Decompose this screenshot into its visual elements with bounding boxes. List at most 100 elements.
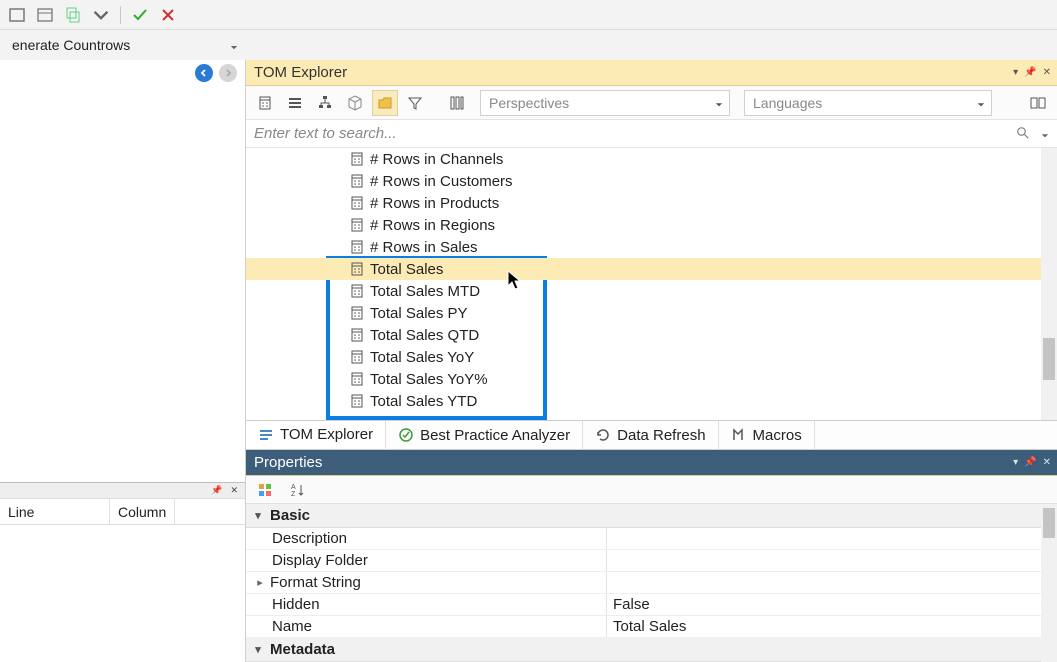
- property-row[interactable]: HiddenFalse: [246, 594, 1057, 616]
- category-label: Metadata: [270, 641, 335, 658]
- chevron-down-icon: [977, 95, 985, 111]
- tree-node[interactable]: # Rows in Customers: [246, 170, 1041, 192]
- property-name: Format String: [270, 574, 361, 591]
- tree-node-label: # Rows in Sales: [370, 239, 478, 256]
- property-row[interactable]: Display Folder: [246, 550, 1057, 572]
- panel-title: TOM Explorer: [254, 64, 347, 81]
- panels-icon[interactable]: [1025, 90, 1051, 116]
- check-icon[interactable]: [129, 4, 151, 26]
- scrollbar[interactable]: [1041, 504, 1057, 662]
- tree-node-label: Total Sales: [370, 261, 443, 278]
- chevron-down-icon[interactable]: [1041, 126, 1049, 142]
- hierarchy-icon[interactable]: [312, 90, 338, 116]
- back-icon[interactable]: [195, 64, 213, 82]
- tree-node-label: Total Sales MTD: [370, 283, 480, 300]
- close-icon[interactable]: ✕: [227, 485, 241, 496]
- measure-icon: [350, 196, 364, 210]
- property-row[interactable]: NameTotal Sales: [246, 616, 1057, 638]
- column-header-line[interactable]: Line: [0, 499, 110, 524]
- property-value[interactable]: False: [606, 594, 1057, 615]
- tab-macros[interactable]: Macros: [719, 421, 815, 449]
- columns-icon[interactable]: [444, 90, 470, 116]
- pin-icon[interactable]: 📌: [1024, 68, 1036, 78]
- alphabetical-icon[interactable]: AZ: [284, 477, 310, 503]
- list-icon[interactable]: [282, 90, 308, 116]
- pin-icon[interactable]: 📌: [208, 485, 225, 496]
- panel-title: Properties: [254, 454, 322, 471]
- search-input[interactable]: [254, 125, 1049, 142]
- tree-node[interactable]: Total Sales YoY: [246, 346, 1041, 368]
- tree-node[interactable]: Total Sales: [246, 258, 1041, 280]
- forward-icon[interactable]: [219, 64, 237, 82]
- tab-best-practice-analyzer[interactable]: Best Practice Analyzer: [386, 421, 583, 449]
- search-icon[interactable]: [1017, 126, 1029, 142]
- collapse-icon[interactable]: ▾: [252, 643, 264, 656]
- expand-icon[interactable]: ▸: [254, 576, 266, 589]
- tree-node[interactable]: Total Sales MTD: [246, 280, 1041, 302]
- script-icon[interactable]: [62, 4, 84, 26]
- tree-node[interactable]: # Rows in Products: [246, 192, 1041, 214]
- chevron-down-icon[interactable]: [90, 4, 112, 26]
- measure-icon: [350, 306, 364, 320]
- measure-icon: [350, 152, 364, 166]
- measure-icon: [350, 350, 364, 364]
- measure-icon: [350, 372, 364, 386]
- tree-node-label: Total Sales YoY: [370, 349, 474, 366]
- property-value[interactable]: [606, 528, 1057, 549]
- tree-node[interactable]: # Rows in Regions: [246, 214, 1041, 236]
- tree-node[interactable]: Total Sales YTD: [246, 390, 1041, 412]
- collapse-icon[interactable]: ▾: [252, 509, 264, 522]
- tree-node[interactable]: # Rows in Channels: [246, 148, 1041, 170]
- pin-icon[interactable]: 📌: [1024, 458, 1036, 468]
- tree-node-label: Total Sales PY: [370, 305, 468, 322]
- layout-icon[interactable]: [34, 4, 56, 26]
- tab-label: Best Practice Analyzer: [420, 427, 570, 444]
- tree-node[interactable]: Total Sales PY: [246, 302, 1041, 324]
- chevron-down-icon: [230, 39, 238, 55]
- tree-node[interactable]: Total Sales YoY%: [246, 368, 1041, 390]
- folder-icon[interactable]: [372, 90, 398, 116]
- properties-header: Properties ▾ 📌 ✕: [246, 450, 1057, 476]
- property-name: Name: [246, 616, 606, 637]
- tab-label: Macros: [753, 427, 802, 444]
- languages-dropdown[interactable]: Languages: [744, 90, 992, 116]
- measure-icon: [350, 218, 364, 232]
- scrollbar[interactable]: [1041, 148, 1057, 420]
- categorized-icon[interactable]: [252, 477, 278, 503]
- property-row[interactable]: ▸ Format String: [246, 572, 1057, 594]
- filter-icon[interactable]: [402, 90, 428, 116]
- window-icon[interactable]: [6, 4, 28, 26]
- close-icon[interactable]: ✕: [1043, 458, 1051, 468]
- category-metadata[interactable]: ▾ Metadata: [246, 638, 1057, 662]
- tree-node[interactable]: # Rows in Sales: [246, 236, 1041, 258]
- tom-explorer-header: TOM Explorer ▾ 📌 ✕: [246, 60, 1057, 86]
- column-header-column[interactable]: Column: [110, 499, 175, 524]
- cube-icon[interactable]: [342, 90, 368, 116]
- close-icon[interactable]: [157, 4, 179, 26]
- property-name: Display Folder: [246, 550, 606, 571]
- measure-icon: [350, 394, 364, 408]
- tree-node-label: Total Sales QTD: [370, 327, 479, 344]
- tree-node-label: # Rows in Channels: [370, 151, 503, 168]
- tab-tom-explorer[interactable]: TOM Explorer: [246, 421, 386, 449]
- measure-icon: [350, 240, 364, 254]
- scroll-thumb[interactable]: [1043, 508, 1055, 538]
- tree-node[interactable]: Total Sales QTD: [246, 324, 1041, 346]
- category-basic[interactable]: ▾ Basic: [246, 504, 1057, 528]
- property-value[interactable]: Total Sales: [606, 616, 1057, 637]
- window-menu-icon[interactable]: ▾: [1013, 458, 1018, 468]
- close-icon[interactable]: ✕: [1043, 68, 1051, 78]
- property-row[interactable]: Description: [246, 528, 1057, 550]
- ribbon-tab-countrows[interactable]: enerate Countrows: [0, 30, 246, 60]
- window-menu-icon[interactable]: ▾: [1013, 68, 1018, 78]
- svg-text:Z: Z: [291, 491, 296, 498]
- property-value[interactable]: [606, 572, 1057, 593]
- tree-node-label: # Rows in Regions: [370, 217, 495, 234]
- scroll-thumb[interactable]: [1043, 338, 1055, 380]
- measure-icon: [350, 284, 364, 298]
- tree-node-label: Total Sales YoY%: [370, 371, 488, 388]
- calculator-icon[interactable]: [252, 90, 278, 116]
- property-value[interactable]: [606, 550, 1057, 571]
- perspectives-dropdown[interactable]: Perspectives: [480, 90, 730, 116]
- tab-data-refresh[interactable]: Data Refresh: [583, 421, 718, 449]
